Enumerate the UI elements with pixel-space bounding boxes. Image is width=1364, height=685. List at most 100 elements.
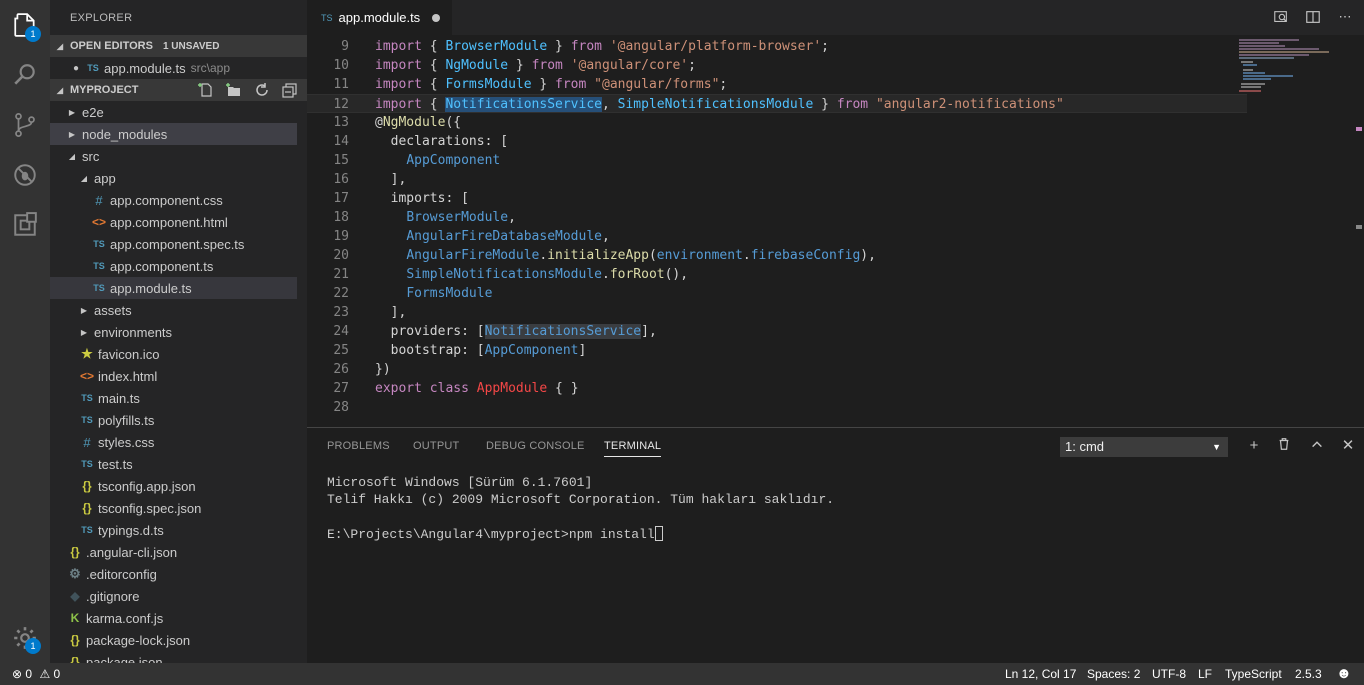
more-actions-icon[interactable]: ⋯ — [1336, 8, 1354, 26]
error-icon: ⊗ — [12, 667, 23, 681]
tree-file[interactable]: <> index.html — [50, 365, 297, 387]
tree-file[interactable]: ◆ .gitignore — [50, 585, 297, 607]
tree-item-label: .gitignore — [86, 588, 140, 604]
tree-folder[interactable]: ◢ src — [50, 145, 297, 167]
tree-file[interactable]: <> app.component.html — [50, 211, 297, 233]
open-editor-item[interactable]: ● TS app.module.ts src\app — [50, 57, 297, 79]
explorer-icon[interactable]: 1 — [0, 0, 50, 50]
tree-item-label: .editorconfig — [86, 566, 157, 582]
tree-file[interactable]: TS main.ts — [50, 387, 297, 409]
problems-status[interactable]: ⊗ 0 ⚠ 0 — [12, 667, 60, 681]
chevron-right-icon: ▶ — [68, 107, 76, 117]
typescript-version[interactable]: 2.5.3 — [1295, 667, 1322, 681]
tree-file[interactable]: TS typings.d.ts — [50, 519, 297, 541]
terminal-prompt-line[interactable]: E:\Projects\Angular4\myproject>npm insta… — [327, 526, 663, 542]
cursor-position[interactable]: Ln 12, Col 17 — [1005, 667, 1076, 681]
project-label: MYPROJECT — [70, 84, 139, 96]
tree-item-label: app.component.css — [110, 192, 223, 208]
tree-file[interactable]: {} package-lock.json — [50, 629, 297, 651]
tree-item-label: tsconfig.app.json — [98, 478, 196, 494]
eol-status[interactable]: LF — [1198, 667, 1212, 681]
source-control-icon[interactable] — [0, 100, 50, 150]
tree-item-label: app.component.ts — [110, 258, 214, 274]
refresh-icon[interactable] — [253, 81, 271, 99]
new-file-icon[interactable] — [197, 81, 215, 99]
debug-icon[interactable] — [0, 150, 50, 200]
json-icon: {} — [82, 479, 92, 493]
activity-bar: 1 1 — [0, 0, 50, 663]
language-mode[interactable]: TypeScript — [1225, 667, 1282, 681]
tree-folder[interactable]: ◢ app — [50, 167, 297, 189]
project-header[interactable]: ◢ MYPROJECT — [50, 79, 307, 101]
close-panel-icon[interactable]: ✕ — [1339, 437, 1357, 455]
chevron-right-icon: ▶ — [80, 327, 88, 337]
tab-terminal[interactable]: TERMINAL — [604, 440, 662, 457]
chevron-down-icon: ◢ — [56, 85, 64, 95]
tab-output[interactable]: OUTPUT — [413, 440, 459, 452]
tree-file[interactable]: {} .angular-cli.json — [50, 541, 297, 563]
line-number: 27 — [333, 381, 349, 396]
tree-item-label: environments — [94, 324, 173, 340]
line-number: 13 — [333, 115, 349, 130]
tree-file[interactable]: Kkarma.conf.js — [50, 607, 297, 629]
tree-folder[interactable]: ▶ environments — [50, 321, 297, 343]
tree-item-label: typings.d.ts — [98, 522, 164, 538]
minimap[interactable] — [1239, 37, 1339, 97]
line-number: 11 — [333, 77, 349, 92]
tree-file[interactable]: # styles.css — [50, 431, 297, 453]
code-line: 18 BrowserModule, — [307, 208, 1247, 227]
tree-item-label: node_modules — [82, 126, 168, 142]
collapse-all-icon[interactable] — [281, 81, 299, 99]
tree-item-label: .angular-cli.json — [86, 544, 178, 560]
tree-folder[interactable]: ▶ e2e — [50, 101, 297, 123]
maximize-panel-icon[interactable] — [1308, 437, 1326, 455]
new-terminal-icon[interactable]: + — [1245, 437, 1263, 455]
tree-file[interactable]: {} package.json — [50, 651, 297, 664]
code-line: 27 export class AppModule { } — [307, 379, 1247, 398]
code-line: 10 import { NgModule } from '@angular/cor… — [307, 56, 1247, 75]
tree-file[interactable]: ⚙ .editorconfig — [50, 563, 297, 585]
line-number: 15 — [333, 153, 349, 168]
open-editors-header[interactable]: ◢ OPEN EDITORS 1 UNSAVED — [50, 35, 307, 57]
terminal-line: Microsoft Windows [Sürüm 6.1.7601] — [327, 475, 593, 490]
tree-file[interactable]: TS test.ts — [50, 453, 297, 475]
tree-item-label: app — [94, 170, 116, 186]
tree-file[interactable]: TS app.component.spec.ts — [50, 233, 297, 255]
html-icon: <> — [91, 215, 106, 229]
line-number: 28 — [333, 400, 349, 415]
encoding-status[interactable]: UTF-8 — [1152, 667, 1186, 681]
tab-problems[interactable]: PROBLEMS — [327, 440, 390, 452]
editor-tab-app-module[interactable]: TS app.module.ts — [307, 0, 452, 35]
code-line: 28 — [307, 398, 1247, 417]
open-editor-filename: app.module.ts — [104, 60, 186, 76]
indentation-status[interactable]: Spaces: 2 — [1087, 667, 1140, 681]
tree-file[interactable]: TS polyfills.ts — [50, 409, 297, 431]
code-line: 20 AngularFireModule.initializeApp(envir… — [307, 246, 1247, 265]
line-number: 17 — [333, 191, 349, 206]
tree-folder[interactable]: ▶ node_modules — [50, 123, 297, 145]
line-number: 25 — [333, 343, 349, 358]
feedback-smiley-icon[interactable]: ☻ — [1336, 665, 1352, 682]
trash-icon[interactable] — [1275, 437, 1293, 455]
code-editor[interactable]: 9 import { BrowserModule } from '@angular… — [307, 35, 1364, 427]
tab-debug-console[interactable]: DEBUG CONSOLE — [486, 440, 585, 452]
new-folder-icon[interactable] — [225, 81, 243, 99]
tree-folder[interactable]: ▶ assets — [50, 299, 297, 321]
terminal-select[interactable]: 1: cmd ▼ — [1060, 437, 1228, 457]
tree-file[interactable]: # app.component.css — [50, 189, 297, 211]
code-line: 16 ], — [307, 170, 1247, 189]
tree-file[interactable]: {} tsconfig.spec.json — [50, 497, 297, 519]
tree-file[interactable]: TS app.component.ts — [50, 255, 297, 277]
terminal-prompt: E:\Projects\Angular4\myproject>npm insta… — [327, 527, 655, 542]
extensions-icon[interactable] — [0, 200, 50, 250]
search-icon[interactable] — [0, 50, 50, 100]
line-number: 16 — [333, 172, 349, 187]
tree-file[interactable]: ★ favicon.ico — [50, 343, 297, 365]
settings-gear-icon[interactable]: 1 — [0, 613, 50, 663]
unsaved-dot-icon[interactable] — [432, 13, 441, 22]
tree-file[interactable]: TS app.module.ts — [50, 277, 297, 299]
tree-file[interactable]: {} tsconfig.app.json — [50, 475, 297, 497]
terminal-select-value: 1: cmd — [1065, 439, 1105, 454]
open-changes-icon[interactable] — [1272, 8, 1290, 26]
split-editor-icon[interactable] — [1304, 8, 1322, 26]
